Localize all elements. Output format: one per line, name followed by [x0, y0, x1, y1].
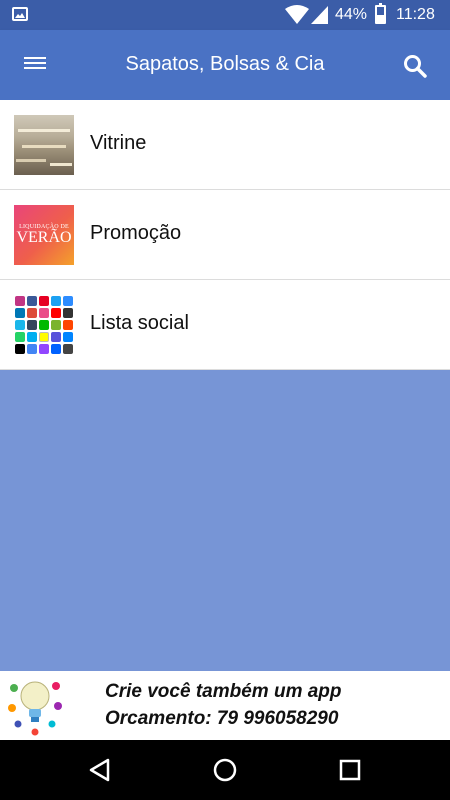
battery-percent: 44% — [335, 6, 368, 23]
home-icon[interactable] — [211, 756, 239, 784]
back-icon[interactable] — [86, 756, 114, 784]
list-item-label: Lista social — [90, 312, 189, 334]
status-bar: 44% 11:28 — [0, 0, 450, 30]
recents-icon[interactable] — [336, 756, 364, 784]
banner-contact: Orcamento: 79 996058290 — [105, 708, 339, 729]
list-item-vitrine[interactable]: Vitrine — [0, 100, 450, 190]
cell-signal-icon — [311, 6, 328, 24]
list-item-lista-social[interactable]: Lista social — [0, 280, 450, 370]
system-navigation-bar — [0, 740, 450, 800]
store-photo-thumbnail — [14, 115, 74, 175]
menu-list: Vitrine LIQUIDAÇÃO DE VERÃO Promoção Lis… — [0, 100, 450, 370]
lightbulb-apps-icon — [8, 681, 62, 736]
clock: 11:28 — [396, 6, 435, 23]
app-bar: Sapatos, Bolsas & Cia — [0, 30, 450, 100]
social-apps-grid-thumbnail — [14, 295, 74, 355]
promo-thumbnail: LIQUIDAÇÃO DE VERÃO — [14, 205, 74, 265]
search-icon[interactable] — [402, 53, 428, 79]
wifi-icon — [285, 5, 309, 24]
banner-headline: Crie você também um app — [105, 681, 342, 702]
list-item-promocao[interactable]: LIQUIDAÇÃO DE VERÃO Promoção — [0, 190, 450, 280]
list-item-label: Promoção — [90, 222, 182, 244]
hamburger-menu-icon[interactable] — [20, 54, 50, 76]
app-title: Sapatos, Bolsas & Cia — [125, 53, 325, 75]
ad-banner[interactable]: Crie você também um app Orcamento: 79 99… — [0, 671, 450, 740]
gallery-notification-icon — [12, 7, 28, 21]
battery-icon — [375, 3, 386, 24]
list-item-label: Vitrine — [90, 132, 147, 154]
